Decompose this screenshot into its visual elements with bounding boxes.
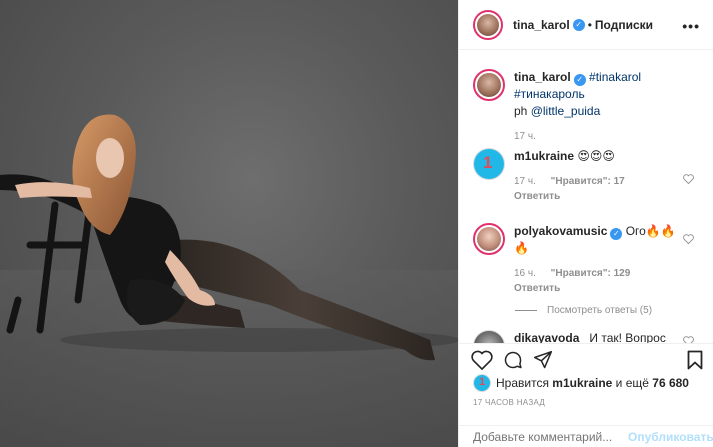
commenter-avatar[interactable]: [473, 223, 505, 255]
comment-bubble-icon[interactable]: [503, 350, 523, 370]
post-timestamp[interactable]: 17 ЧАСОВ НАЗАД: [473, 398, 545, 407]
caption: tina_karol ✓ #tinakarol #тинакароль ph @l…: [473, 69, 700, 143]
comment-input[interactable]: [473, 429, 628, 444]
author-avatar[interactable]: [473, 9, 503, 40]
comment-username[interactable]: polyakovamusic: [514, 224, 607, 238]
comment-item: 1 m1ukraine 😍😍😍 17 ч. "Нравится": 17 Отв…: [473, 148, 700, 205]
liker-username[interactable]: m1ukraine: [552, 376, 612, 390]
following-button[interactable]: Подписки: [595, 18, 653, 32]
comment-time[interactable]: 17 ч.: [514, 176, 536, 187]
caption-username[interactable]: tina_karol: [514, 70, 571, 84]
comment-time[interactable]: 16 ч.: [514, 268, 536, 279]
likes-middle: и ещё: [615, 376, 649, 390]
view-replies-line: [515, 310, 537, 311]
caption-credit-prefix: ph: [514, 104, 528, 118]
commenter-avatar[interactable]: [473, 330, 505, 343]
comment-like-count[interactable]: "Нравится": 17: [551, 176, 625, 187]
verified-badge-icon: ✓: [610, 228, 623, 240]
likes-prefix: Нравится: [496, 376, 549, 390]
add-comment-bar: Опубликовать: [459, 425, 713, 447]
comment-like-heart-icon[interactable]: [683, 336, 694, 343]
comment-item: polyakovamusic ✓ Ого🔥🔥🔥 16 ч. "Нравится":…: [473, 223, 700, 297]
comment-text: 😍😍😍: [577, 149, 615, 163]
commenter-avatar[interactable]: 1: [473, 148, 505, 180]
post-photo[interactable]: [0, 0, 458, 447]
reply-button[interactable]: Ответить: [514, 188, 682, 205]
comment-item: dikayavoda_ И так! Вопрос Тине Кароль!!!…: [473, 330, 700, 343]
post-sidebar: tina_karol ✓ • Подписки ••• tina_karol ✓ …: [458, 0, 713, 447]
likes-summary: Нравится m1ukraine и ещё 76 680: [473, 374, 689, 392]
share-plane-icon[interactable]: [533, 350, 553, 370]
like-heart-icon[interactable]: [471, 350, 493, 370]
comment-username[interactable]: m1ukraine: [514, 149, 574, 163]
reply-button[interactable]: Ответить: [514, 280, 682, 297]
follow-separator: •: [587, 17, 592, 32]
post-header: tina_karol ✓ • Подписки •••: [459, 0, 713, 50]
verified-badge-icon: ✓: [572, 18, 585, 31]
post-actions-bar: [459, 343, 713, 373]
author-username[interactable]: tina_karol: [513, 18, 570, 32]
comment-username[interactable]: dikayavoda_: [514, 331, 586, 343]
bookmark-icon[interactable]: [687, 350, 703, 370]
verified-badge-icon: ✓: [573, 74, 586, 86]
comment-like-heart-icon[interactable]: [683, 174, 694, 184]
comment-like-heart-icon[interactable]: [683, 234, 694, 244]
publish-button[interactable]: Опубликовать: [628, 430, 713, 444]
view-replies-link[interactable]: Посмотреть ответы (5): [473, 305, 700, 316]
likes-count[interactable]: 76 680: [652, 376, 689, 390]
caption-time[interactable]: 17 ч.: [514, 131, 536, 142]
caption-avatar[interactable]: [473, 69, 505, 101]
more-options-icon[interactable]: •••: [682, 18, 700, 34]
comments-list[interactable]: tina_karol ✓ #tinakarol #тинакароль ph @l…: [459, 50, 713, 343]
photo-illustration: [0, 114, 458, 447]
liker-avatar[interactable]: [473, 374, 491, 392]
comment-like-count[interactable]: "Нравится": 129: [551, 268, 631, 279]
caption-credit-handle[interactable]: @little_puida: [531, 104, 601, 118]
view-replies-label: Посмотреть ответы (5): [547, 305, 653, 316]
